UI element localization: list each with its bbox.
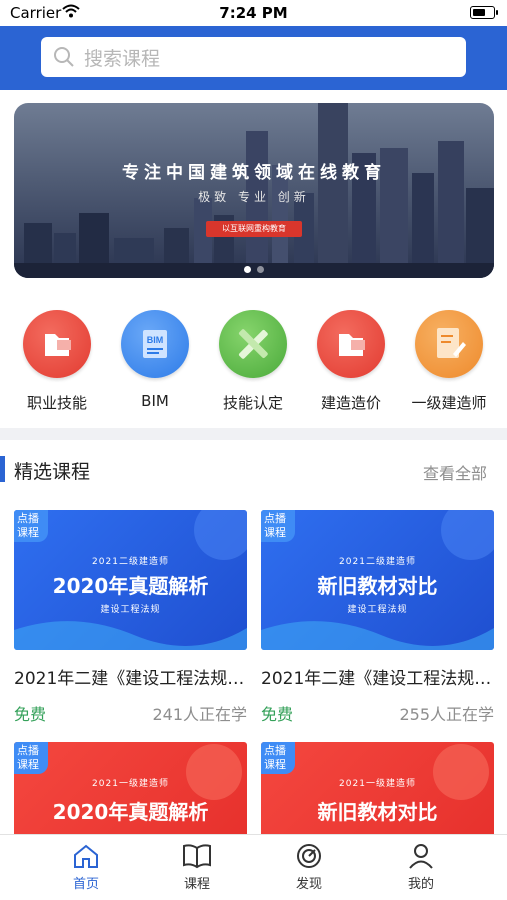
category-label: 建造造价: [320, 394, 381, 412]
category-item-construction-cost[interactable]: 建造造价: [302, 310, 400, 413]
tab-label: 课程: [183, 877, 210, 892]
bottom-tab-bar: 首页 课程 发现 我的: [0, 834, 507, 900]
bim-icon: BIM: [121, 310, 189, 378]
banner-subtitle: 极致 专业 创新: [198, 190, 310, 204]
course-thumb-caption: 2021二级建造师: [339, 557, 416, 567]
course-thumbnail[interactable]: 点播课程 2021二级建造师 新旧教材对比 建设工程法规: [261, 510, 494, 650]
tab-label: 发现: [295, 877, 322, 892]
user-icon: [409, 844, 433, 869]
banner-slogan-badge: 以互联网重构教育: [206, 221, 302, 237]
folder-icon: [23, 310, 91, 378]
tools-icon: [219, 310, 287, 378]
view-all-link[interactable]: 查看全部: [423, 460, 487, 484]
course-type-badge: 点播课程: [261, 742, 295, 774]
banner-carousel[interactable]: 专注中国建筑领域在线教育 极致 专业 创新 以互联网重构教育: [14, 103, 494, 278]
course-meta: 免费 241人正在学: [14, 701, 247, 724]
category-grid: 职业技能 BIM BIM 技能认定 建造造价 一级建造师: [0, 310, 507, 420]
course-thumb-subject: 建设工程法规: [100, 605, 161, 615]
category-item-career-skills[interactable]: 职业技能: [8, 310, 106, 413]
course-type-badge: 点播课程: [14, 742, 48, 774]
course-thumb-caption: 2021二级建造师: [92, 557, 169, 567]
category-label: 技能认定: [222, 394, 283, 412]
edit-note-icon: [415, 310, 483, 378]
section-title: 精选课程: [14, 461, 91, 483]
status-bar: Carrier 7:24 PM: [0, 0, 507, 26]
search-placeholder: 搜索课程: [84, 48, 161, 70]
category-label: 职业技能: [26, 394, 87, 412]
course-thumb-title: 2020年真题解析: [52, 574, 209, 598]
search-icon: [53, 46, 75, 72]
tab-profile[interactable]: 我的: [381, 843, 461, 892]
search-input[interactable]: 搜索课程: [41, 37, 466, 77]
course-learner-count: 255人正在学: [399, 705, 494, 724]
carousel-indicator[interactable]: [14, 258, 494, 277]
header: 搜索课程: [0, 26, 507, 90]
tab-courses[interactable]: 课程: [157, 843, 237, 892]
course-thumb-caption: 2021一级建造师: [92, 779, 169, 789]
tab-label: 首页: [72, 877, 99, 892]
course-thumb-title: 2020年真题解析: [52, 800, 209, 824]
category-label: 一级建造师: [411, 394, 487, 412]
tab-label: 我的: [407, 877, 434, 892]
course-card[interactable]: 点播课程 2021二级建造师 2020年真题解析 建设工程法规 2021年二建《…: [14, 510, 247, 724]
book-icon: [183, 844, 211, 869]
course-meta: 免费 255人正在学: [261, 701, 494, 724]
course-type-badge: 点播课程: [261, 510, 295, 542]
category-item-first-class-constructor[interactable]: 一级建造师: [400, 310, 498, 413]
category-item-skill-certification[interactable]: 技能认定: [204, 310, 302, 413]
tab-home[interactable]: 首页: [46, 843, 126, 892]
folder-icon: [317, 310, 385, 378]
compass-icon: [297, 844, 321, 868]
course-type-badge: 点播课程: [14, 510, 48, 542]
course-price: 免费: [261, 705, 294, 724]
course-thumb-title: 新旧教材对比: [317, 800, 438, 824]
carousel-dot[interactable]: [257, 266, 264, 273]
home-icon: [74, 844, 98, 868]
clock: 7:24 PM: [219, 4, 288, 22]
banner-title: 专注中国建筑领域在线教育: [122, 163, 386, 183]
svg-text:BIM: BIM: [147, 335, 164, 345]
course-price: 免费: [14, 705, 47, 724]
course-title[interactable]: 2021年二建《建设工程法规及相关知识》: [261, 664, 494, 689]
category-item-bim[interactable]: BIM BIM: [106, 310, 204, 410]
tab-discover[interactable]: 发现: [269, 843, 349, 892]
course-thumb-subject: 建设工程法规: [347, 605, 408, 615]
course-title[interactable]: 2021年二建《建设工程法规及相关知识》: [14, 664, 247, 689]
battery-icon: [470, 6, 498, 19]
category-label: BIM: [141, 392, 169, 410]
course-thumb-title: 新旧教材对比: [317, 574, 438, 598]
course-thumbnail[interactable]: 点播课程 2021二级建造师 2020年真题解析 建设工程法规: [14, 510, 247, 650]
course-learner-count: 241人正在学: [152, 705, 247, 724]
section-accent-bar: [0, 456, 5, 482]
featured-courses-header: 精选课程 查看全部: [0, 452, 507, 488]
course-thumb-caption: 2021一级建造师: [339, 779, 416, 789]
section-divider: [0, 428, 507, 440]
course-card[interactable]: 点播课程 2021二级建造师 新旧教材对比 建设工程法规 2021年二建《建设工…: [261, 510, 494, 724]
carousel-dot[interactable]: [244, 266, 251, 273]
